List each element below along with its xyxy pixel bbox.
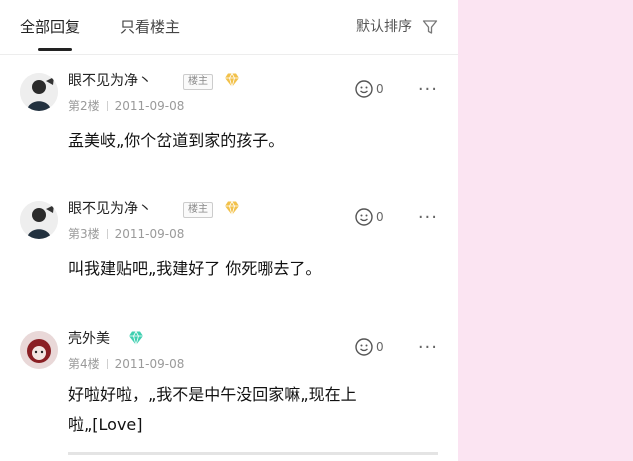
tab-all-replies[interactable]: 全部回复 — [20, 17, 80, 37]
meta-separator — [106, 359, 108, 369]
like-button[interactable]: 0 — [354, 207, 388, 229]
post-date: 2011-09-08 — [114, 227, 185, 241]
author-name[interactable]: 眼不见为净丶 — [68, 200, 152, 218]
post-date: 2011-09-08 — [114, 99, 185, 113]
like-count: 0 — [376, 82, 384, 96]
meta-separator — [106, 229, 108, 239]
filter-icon[interactable] — [422, 19, 438, 35]
reply-item: 壳外美 第4楼 2011-09-08 0 ··· 好啦好啦，„我不是中午没回家嘛„… — [0, 326, 458, 456]
reply-content-line: 啦„[Love] — [68, 415, 143, 434]
more-options-icon[interactable]: ··· — [418, 339, 438, 357]
reply-item: 眼不见为净丶 楼主 第3楼 2011-09-08 0 ··· 叫我建贴吧„我建好了… — [0, 196, 458, 291]
active-tab-indicator — [38, 48, 72, 51]
like-face-icon — [355, 208, 373, 226]
post-meta: 第4楼 2011-09-08 — [68, 356, 184, 372]
floor-number: 第4楼 — [68, 357, 100, 371]
meta-separator — [106, 101, 108, 111]
reply-content-line: 好啦好啦，„我不是中午没回家嘛„现在上 — [68, 385, 357, 404]
tab-divider — [0, 54, 458, 55]
cartoon-avatar-icon — [20, 331, 58, 369]
reply-panel: 全部回复 只看楼主 默认排序 眼不见为净丶 楼主 第2楼 2011-09-08 — [0, 0, 458, 461]
like-button[interactable]: 0 — [354, 337, 388, 359]
post-meta: 第3楼 2011-09-08 — [68, 226, 184, 242]
floor-number: 第3楼 — [68, 227, 100, 241]
owner-badge: 楼主 — [183, 74, 213, 90]
reply-content: 好啦好啦，„我不是中午没回家嘛„现在上 啦„[Love] — [68, 380, 438, 440]
vip-gem-icon — [225, 200, 239, 216]
more-options-icon[interactable]: ··· — [418, 81, 438, 99]
avatar[interactable] — [20, 73, 58, 111]
like-face-icon — [355, 338, 373, 356]
avatar[interactable] — [20, 331, 58, 369]
vip-gem-icon — [129, 330, 143, 346]
vip-gem-icon — [225, 72, 239, 88]
like-face-icon — [355, 80, 373, 98]
author-name[interactable]: 壳外美 — [68, 330, 110, 348]
reply-tab-bar: 全部回复 只看楼主 默认排序 — [0, 0, 458, 52]
like-count: 0 — [376, 210, 384, 224]
person-avatar-icon — [20, 201, 58, 239]
floor-number: 第2楼 — [68, 99, 100, 113]
person-avatar-icon — [20, 73, 58, 111]
post-meta: 第2楼 2011-09-08 — [68, 98, 184, 114]
reply-item: 眼不见为净丶 楼主 第2楼 2011-09-08 0 ··· 孟美岐„你个岔道到家… — [0, 68, 458, 163]
like-button[interactable]: 0 — [354, 79, 388, 101]
author-name[interactable]: 眼不见为净丶 — [68, 72, 152, 90]
scroll-edge — [68, 452, 438, 455]
more-options-icon[interactable]: ··· — [418, 209, 438, 227]
tab-owner-only[interactable]: 只看楼主 — [120, 17, 180, 37]
reply-content: 孟美岐„你个岔道到家的孩子。 — [68, 131, 285, 150]
like-count: 0 — [376, 340, 384, 354]
avatar[interactable] — [20, 201, 58, 239]
post-date: 2011-09-08 — [114, 357, 185, 371]
owner-badge: 楼主 — [183, 202, 213, 218]
sort-dropdown[interactable]: 默认排序 — [356, 17, 412, 37]
reply-content: 叫我建贴吧„我建好了 你死哪去了。 — [68, 259, 322, 278]
